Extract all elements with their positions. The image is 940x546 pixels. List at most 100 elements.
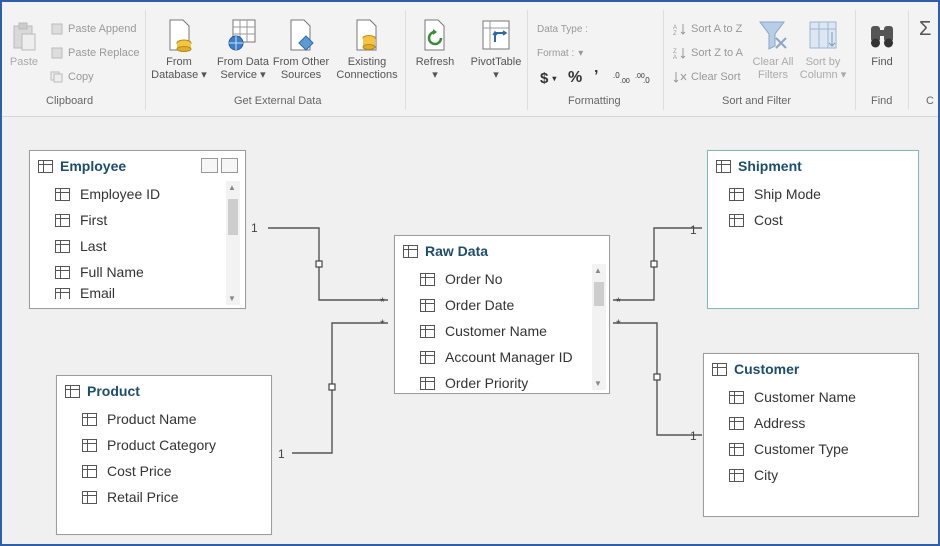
column-item[interactable]: Employee ID (30, 181, 245, 207)
column-label: Account Manager ID (445, 349, 573, 365)
table-header[interactable]: Raw Data (395, 236, 609, 266)
sigma-icon: Σ (919, 18, 932, 40)
column-item[interactable]: City (704, 462, 918, 488)
column-item[interactable]: Ship Mode (708, 181, 918, 207)
paste-button[interactable]: Paste (8, 22, 40, 69)
refresh-button[interactable]: Refresh ▾ (412, 18, 458, 82)
decrease-decimal-button[interactable]: .00.0 (635, 70, 653, 84)
svg-text:Z: Z (673, 31, 677, 35)
column-label: Retail Price (107, 489, 179, 505)
scroll-down-icon[interactable]: ▼ (594, 379, 602, 388)
table-header[interactable]: Employee (30, 151, 245, 181)
sort-a-to-z-button[interactable]: AZ Sort A to Z (673, 23, 742, 35)
column-icon (55, 265, 70, 279)
table-product[interactable]: Product Product Name Product Category Co… (56, 375, 272, 535)
paste-replace-button[interactable]: Paste Replace (50, 47, 140, 59)
column-item[interactable]: Full Name (30, 259, 245, 285)
table-header[interactable]: Shipment (708, 151, 918, 181)
clipboard-group-label: Clipboard (46, 95, 94, 107)
column-item[interactable]: Product Name (57, 406, 271, 432)
scrollbar[interactable]: ▲ ▼ (226, 181, 240, 305)
scrollbar[interactable]: ▲ ▼ (592, 264, 606, 390)
column-icon (55, 187, 70, 201)
table-header[interactable]: Customer (704, 354, 918, 384)
percent-button[interactable]: % (568, 69, 582, 87)
separator (527, 10, 528, 110)
table-title: Raw Data (425, 243, 489, 259)
column-item[interactable]: First (30, 207, 245, 233)
from-other-sources-button[interactable]: From Other Sources (270, 18, 332, 82)
sort-by-column-icon (809, 21, 837, 49)
column-item[interactable]: Account Manager ID (395, 344, 609, 370)
table-title: Shipment (738, 158, 802, 174)
copy-button[interactable]: Copy (50, 71, 94, 83)
column-item[interactable]: Cost (708, 207, 918, 233)
table-shipment[interactable]: Shipment Ship Mode Cost (707, 150, 919, 309)
column-item[interactable]: Cost Price (57, 458, 271, 484)
column-item[interactable]: Last (30, 233, 245, 259)
increase-decimal-button[interactable]: .0.00 (613, 70, 631, 84)
column-label: Employee ID (80, 186, 161, 202)
column-item[interactable]: Customer Type (704, 436, 918, 462)
find-label: Find (871, 56, 893, 68)
autosum-button[interactable]: Σ (919, 18, 931, 41)
column-item[interactable]: Order No (395, 266, 609, 292)
from-database-button[interactable]: From Database ▾ (150, 18, 208, 82)
from-data-service-label-1: From Data (217, 56, 269, 68)
column-icon (729, 213, 744, 227)
format-dropdown[interactable]: Format : ▾ (537, 48, 583, 59)
paste-append-button[interactable]: Paste Append (50, 23, 137, 35)
maximize-icon[interactable] (201, 158, 218, 173)
scrollbar-thumb[interactable] (228, 199, 238, 235)
find-group-label: Find (871, 95, 893, 107)
table-customer[interactable]: Customer Customer Name Address Customer … (703, 353, 919, 517)
sort-z-to-a-button[interactable]: ZA Sort Z to A (673, 47, 743, 59)
relationship-handle (315, 260, 323, 268)
column-item[interactable]: Address (704, 410, 918, 436)
find-button[interactable]: Find (862, 18, 902, 69)
pivottable-button[interactable]: PivotTable ▾ (468, 18, 524, 82)
from-data-service-button[interactable]: From Data Service ▾ (212, 18, 274, 82)
sort-by-column-button[interactable]: Sort by Column ▾ (798, 18, 848, 82)
table-raw-data[interactable]: Raw Data Order No Order Date Customer Na… (394, 235, 610, 394)
column-item[interactable]: Order Priority (395, 370, 609, 396)
relationship-handle (650, 260, 658, 268)
scroll-up-icon[interactable]: ▲ (594, 266, 602, 275)
column-label: Email (80, 285, 116, 299)
column-item[interactable]: Customer Name (704, 384, 918, 410)
column-item[interactable]: Order Date (395, 292, 609, 318)
table-employee[interactable]: Employee Employee ID First Last Full Nam… (29, 150, 246, 309)
clear-filter-icon (759, 21, 787, 50)
paste-icon (13, 22, 36, 51)
table-icon (65, 384, 80, 398)
comma-style-button[interactable]: ’ (594, 68, 598, 86)
column-item[interactable]: Email (30, 285, 245, 299)
column-item[interactable]: Product Category (57, 432, 271, 458)
column-icon (420, 324, 435, 338)
clear-all-filters-button[interactable]: Clear All Filters (750, 18, 796, 82)
table-header[interactable]: Product (57, 376, 271, 406)
refresh-icon (424, 19, 445, 51)
column-item[interactable]: Retail Price (57, 484, 271, 510)
column-item[interactable]: Customer Name (395, 318, 609, 344)
currency-button[interactable]: $ ▾ (540, 70, 556, 87)
column-icon (82, 412, 97, 426)
data-service-icon (228, 19, 256, 51)
column-label: Cost (754, 212, 783, 228)
formatting-group-label: Formatting (568, 95, 621, 107)
existing-connections-button[interactable]: Existing Connections (334, 18, 400, 82)
cardinality-many-label: * (616, 295, 621, 309)
cardinality-many-label: * (380, 295, 385, 309)
clear-sort-button[interactable]: Clear Sort (673, 71, 741, 83)
scrollbar-thumb[interactable] (594, 282, 604, 306)
hide-icon[interactable] (221, 158, 238, 173)
refresh-label: Refresh (415, 56, 455, 68)
calculations-group-label: C (926, 95, 934, 107)
column-icon (729, 187, 744, 201)
scroll-down-icon[interactable]: ▼ (228, 294, 236, 303)
column-icon (82, 490, 97, 504)
column-icon (55, 288, 70, 299)
data-type-dropdown[interactable]: Data Type : (537, 24, 588, 35)
scroll-up-icon[interactable]: ▲ (228, 183, 236, 192)
column-icon (82, 438, 97, 452)
